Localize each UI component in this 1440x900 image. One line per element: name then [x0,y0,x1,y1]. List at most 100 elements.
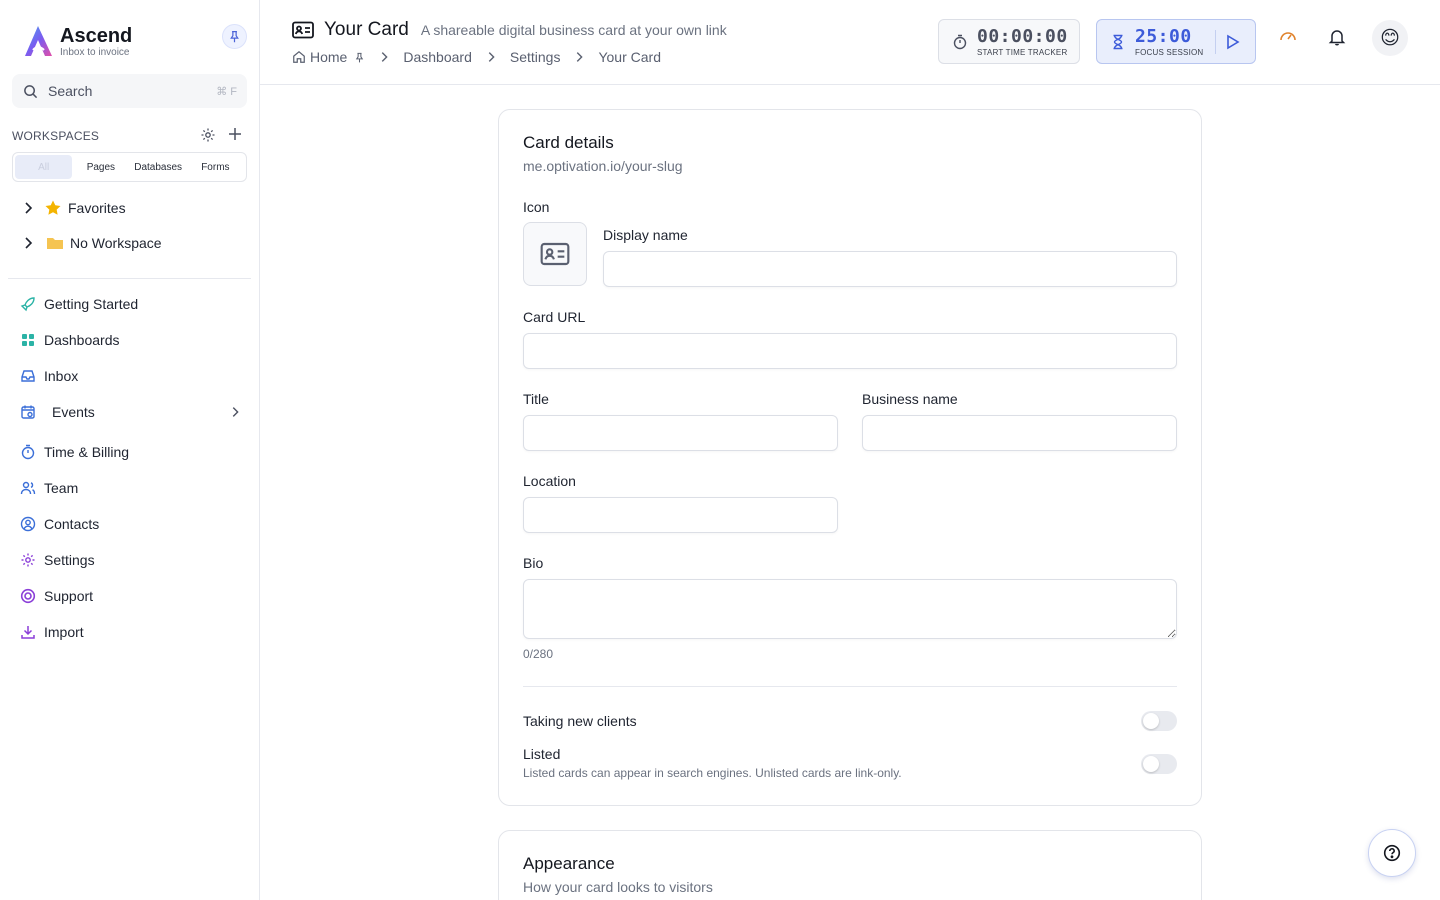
breadcrumb-your-card: Your Card [598,49,661,65]
chevron-right-icon[interactable] [228,405,242,419]
help-icon [1383,844,1401,862]
filter-tab-all[interactable]: All [15,155,73,179]
nav-item-label: Time & Billing [44,444,130,460]
toggle-knob [1143,756,1159,772]
business-name-label: Business name [862,391,958,407]
nav-item-events[interactable]: Events [20,404,242,420]
chevron-right-icon [488,52,495,62]
nav-item-contacts[interactable]: Contacts [20,516,242,532]
card-divider [523,686,1177,687]
nav-item-inbox[interactable]: Inbox [20,368,242,384]
chevron-right-icon [577,52,584,62]
taking-clients-toggle[interactable] [1141,711,1177,731]
inbox-icon [21,370,35,382]
start-time-tracker-button[interactable]: 00:00:00 START TIME TRACKER [938,19,1080,64]
star-icon [45,200,61,215]
nav-item-label: Inbox [44,368,79,384]
filter-tab-pages[interactable]: Pages [72,155,129,179]
focus-session-widget[interactable]: 25:00 FOCUS SESSION [1096,19,1256,64]
search-input[interactable]: Search ⌘ F [12,74,247,108]
bio-character-counter: 0/280 [523,647,554,661]
breadcrumb: Home Dashboard Settings Your Card [292,49,661,65]
card-url-label: Card URL [523,309,586,325]
ascend-logo-icon [25,26,52,56]
nav-item-label: Import [44,624,84,640]
nav-item-label: Settings [44,552,95,568]
tree-item-no-workspace[interactable]: No Workspace [20,235,162,251]
listed-note: Listed cards can appear in search engine… [523,766,902,780]
nav-item-getting-started[interactable]: Getting Started [20,296,242,312]
nav-item-support[interactable]: Support [20,588,242,604]
pin-icon [230,31,239,43]
title-field[interactable] [523,415,838,451]
add-workspace-icon[interactable] [227,126,243,142]
nav-item-team[interactable]: Team [20,480,242,496]
folder-icon [47,238,63,249]
tree-item-label: Favorites [68,200,126,216]
nav-item-settings[interactable]: Settings [20,552,242,568]
taking-clients-label: Taking new clients [523,713,637,729]
card-details-heading: Card details [523,133,614,152]
tracker-time: 00:00:00 [977,26,1068,47]
focus-time: 25:00 [1135,26,1192,47]
toggle-knob [1143,713,1159,729]
breadcrumb-label: Home [310,49,348,65]
tracker-caption: START TIME TRACKER [977,48,1068,57]
sidebar: Ascend Inbox to invoice Search ⌘ F WORKS… [0,0,260,900]
breadcrumb-home[interactable]: Home [292,49,365,65]
breadcrumb-settings[interactable]: Settings [510,49,561,65]
display-name-label: Display name [603,227,688,243]
icon-label: Icon [523,199,550,215]
breadcrumb-dashboard[interactable]: Dashboard [403,49,472,65]
brand[interactable]: Ascend Inbox to invoice [24,24,132,58]
avatar[interactable]: 😊 [1372,20,1408,56]
card-url-field[interactable] [523,333,1177,369]
avatar-emoji: 😊 [1380,27,1400,49]
bio-textarea[interactable] [523,579,1177,639]
appearance-heading: Appearance [523,854,615,873]
nav-item-label: Team [44,480,79,496]
pin-sidebar-button[interactable] [222,24,247,49]
brand-tagline: Inbox to invoice [60,46,130,58]
id-card-icon [292,21,314,39]
focus-divider [1215,30,1216,54]
home-icon [293,50,305,63]
speedometer-icon[interactable] [1278,27,1298,45]
tree-item-label: No Workspace [70,235,162,251]
display-name-field[interactable] [603,251,1177,287]
page-header: Your Card A shareable digital business c… [260,0,1440,85]
tree-item-favorites[interactable]: Favorites [20,199,126,217]
gear-icon [21,553,35,567]
grid-icon [22,334,34,346]
listed-toggle[interactable] [1141,754,1177,774]
users-icon [20,481,36,495]
business-name-field[interactable] [862,415,1177,451]
chevron-right-icon [25,237,33,249]
chevron-right-icon [25,202,33,214]
nav-item-import[interactable]: Import [20,624,242,640]
card-details-panel: Card details me.optivation.io/your-slug … [498,109,1202,806]
nav-item-label: Contacts [44,516,100,532]
pin-icon[interactable] [354,52,365,63]
filter-tab-forms[interactable]: Forms [187,155,244,179]
filter-tab-databases[interactable]: Databases [130,155,187,179]
location-field[interactable] [523,497,838,533]
calendar-icon [21,405,35,419]
stopwatch-icon [953,34,967,50]
play-icon[interactable] [1223,33,1241,51]
nav-item-time-billing[interactable]: Time & Billing [20,444,242,460]
bell-icon[interactable] [1328,28,1346,46]
card-icon-picker[interactable] [523,222,587,286]
chevron-right-icon [382,52,388,62]
nav-item-label: Events [52,404,95,420]
focus-caption: FOCUS SESSION [1135,48,1204,57]
appearance-subtitle: How your card looks to visitors [523,879,713,895]
help-button[interactable] [1368,829,1416,877]
nav-item-label: Getting Started [44,296,139,312]
workspace-settings-icon[interactable] [200,127,216,143]
location-label: Location [523,473,576,489]
brand-name: Ascend [60,24,133,47]
lifebuoy-icon [20,588,36,604]
nav-item-dashboards[interactable]: Dashboards [20,332,242,348]
bio-label: Bio [523,555,544,571]
